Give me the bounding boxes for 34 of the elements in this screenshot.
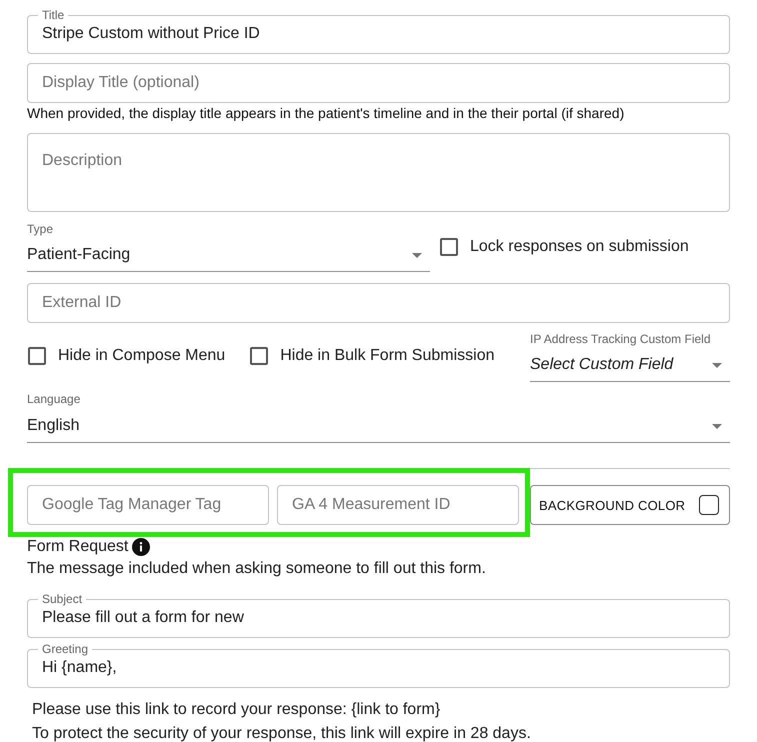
type-select[interactable]: Patient-Facing (27, 236, 430, 272)
field-label: Title (41, 8, 66, 22)
caret-icon (712, 362, 722, 368)
checkbox-label[interactable]: Hide in Bulk Form Submission (280, 347, 494, 365)
greeting-field[interactable]: Greeting Hi {name}, (27, 642, 730, 688)
custom-field-select[interactable]: Select Custom Field (530, 346, 730, 382)
language-select[interactable]: English (27, 406, 730, 443)
subject-field[interactable]: Subject Please fill out a form for new (27, 592, 730, 638)
field-label: Type (27, 222, 54, 236)
title-field[interactable]: Title Stripe Custom without Price ID (27, 8, 730, 54)
display-title-field[interactable]: Display Title (optional) (27, 63, 730, 103)
caret-icon (712, 424, 722, 428)
field-label: Greeting (41, 642, 90, 656)
tracking-id-field[interactable]: Google Tag Manager Tag (27, 485, 269, 525)
checkbox-label[interactable]: Lock responses on submission (470, 238, 689, 256)
checkbox-label[interactable]: Hide in Compose Menu (58, 347, 226, 365)
tracking-id-field[interactable]: GA 4 Measurement ID (277, 485, 519, 525)
description-field[interactable]: Description (27, 133, 730, 212)
caret-icon (412, 252, 422, 258)
field-label: Language (27, 392, 82, 406)
field-label: IP Address Tracking Custom Field (530, 332, 712, 346)
info-icon (132, 538, 150, 556)
section-heading: Form Request (27, 538, 128, 556)
checkbox[interactable] (250, 347, 268, 365)
message-text: Please use this link to record your response: {link to form} (31, 701, 442, 719)
external-id-field[interactable]: External ID (27, 283, 730, 323)
field-label: Subject (41, 592, 84, 606)
section-description: The message included when asking someone to fill out this form. (27, 560, 487, 578)
checkbox[interactable] (28, 347, 46, 365)
helper-text: When provided, the display title appears in the patient's timeline and in the their portal (if shared) (27, 104, 626, 122)
background-color-button[interactable]: BACKGROUND COLOR (530, 485, 730, 525)
checkbox[interactable] (440, 238, 458, 256)
color-swatch-icon (699, 495, 719, 515)
message-text: To protect the security of your response, this link will expire in 28 days. (31, 725, 532, 742)
